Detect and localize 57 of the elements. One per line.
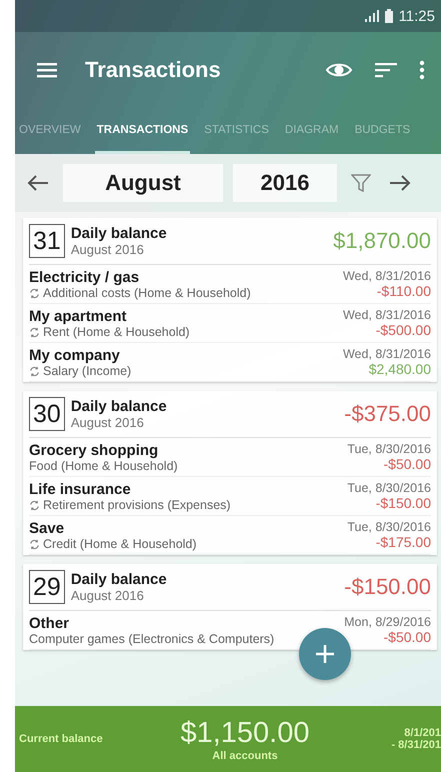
- transaction-amount: -$50.00: [384, 456, 431, 472]
- transaction-category: Rent (Home & Household): [43, 325, 190, 339]
- plus-icon: [315, 644, 335, 664]
- transaction-name: My company: [29, 347, 121, 364]
- add-button[interactable]: [299, 628, 351, 680]
- accounts-label: All accounts: [212, 750, 278, 762]
- month-subtitle: August 2016: [70, 588, 145, 603]
- tab[interactable]: BUDGETS: [352, 108, 412, 154]
- transaction-amount: -$175.00: [376, 534, 431, 550]
- transaction-name: Life insurance: [29, 481, 132, 498]
- daily-balance-title: Daily balance: [70, 225, 168, 242]
- transaction-date: Wed, 8/31/2016: [342, 269, 431, 283]
- transaction-category: Additional costs (Home & Household): [43, 286, 251, 300]
- current-balance-label: Current balance: [19, 733, 104, 745]
- tab[interactable]: OVERVIEW: [17, 108, 83, 154]
- transaction-category: Retirement provisions (Expenses): [43, 498, 231, 512]
- transaction-amount: -$150.00: [376, 495, 431, 511]
- day-number: 29: [29, 570, 65, 604]
- month-subtitle: August 2016: [70, 415, 145, 430]
- signal-icon: [364, 10, 379, 22]
- year-field[interactable]: 2016: [233, 164, 337, 202]
- transaction-category: Computer games (Electronics & Computers): [29, 632, 274, 646]
- daily-balance-title: Daily balance: [70, 398, 168, 415]
- daily-balance-amount: -$375.00: [344, 401, 431, 427]
- transaction-date: Tue, 8/30/2016: [347, 520, 431, 534]
- transaction-date: Tue, 8/30/2016: [347, 442, 431, 456]
- range-start: 8/1/201: [404, 727, 441, 739]
- transaction-amount: -$50.00: [384, 629, 431, 645]
- screen-title: Transactions: [85, 57, 222, 83]
- transaction-date: Mon, 8/29/2016: [344, 615, 431, 629]
- day-number: 31: [29, 224, 65, 258]
- current-balance-amount: $1,150.00: [180, 716, 310, 750]
- tab[interactable]: STATISTICS: [202, 108, 271, 154]
- transaction-category: Credit (Home & Household): [43, 537, 197, 551]
- transaction-category: Salary (Income): [43, 364, 132, 378]
- month-subtitle: August 2016: [70, 242, 145, 257]
- transaction-name: Electricity / gas: [29, 269, 140, 286]
- day-number: 30: [29, 397, 65, 431]
- transaction-name: Other: [29, 615, 70, 632]
- transaction-date: Tue, 8/30/2016: [347, 481, 431, 495]
- daily-balance-amount: $1,870.00: [333, 228, 431, 254]
- transaction-name: Grocery shopping: [29, 442, 160, 459]
- month-field[interactable]: August: [63, 164, 223, 202]
- daily-balance-amount: -$150.00: [344, 574, 431, 600]
- clock-time: 11:25: [398, 8, 435, 24]
- tab[interactable]: DIAGRAM: [282, 108, 341, 154]
- transaction-date: Wed, 8/31/2016: [342, 347, 431, 361]
- transaction-date: Wed, 8/31/2016: [342, 308, 431, 322]
- range-end: - 8/31/201: [391, 739, 441, 751]
- transaction-amount: -$500.00: [376, 322, 431, 338]
- battery-icon: [384, 9, 393, 23]
- transaction-name: Save: [29, 520, 66, 537]
- transaction-amount: -$110.00: [376, 283, 431, 299]
- daily-balance-title: Daily balance: [70, 571, 168, 588]
- transaction-category: Food (Home & Household): [29, 459, 178, 473]
- transaction-name: My apartment: [29, 308, 128, 325]
- transaction-amount: $2,480.00: [368, 361, 431, 377]
